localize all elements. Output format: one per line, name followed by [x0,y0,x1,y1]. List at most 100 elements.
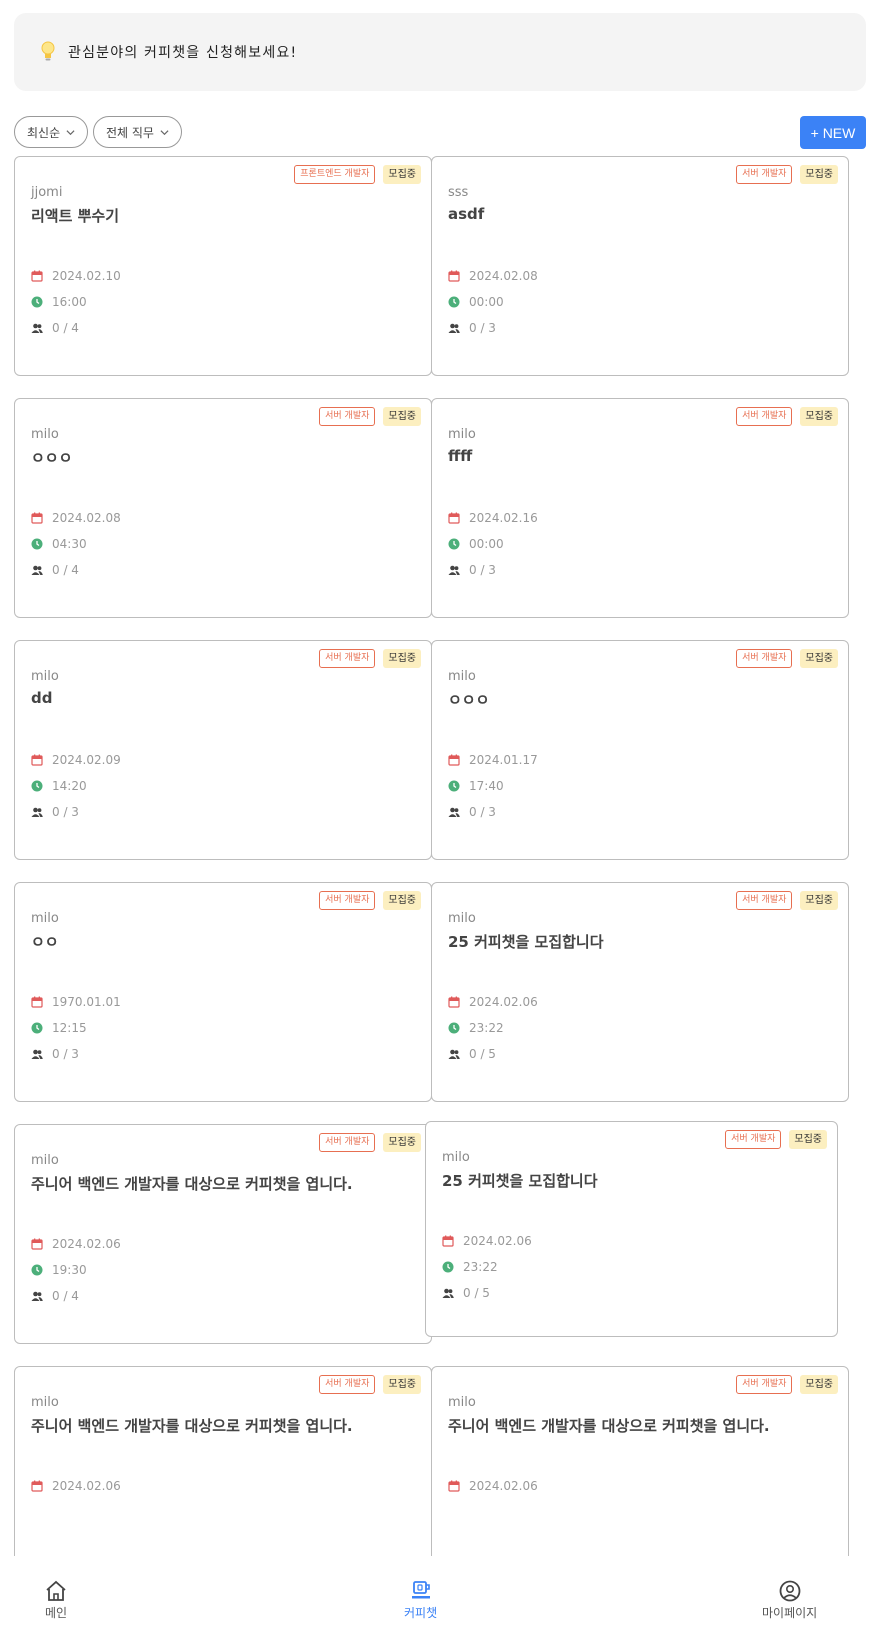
coffeechat-card[interactable]: 서버 개발자 모집중 milo 주니어 백엔드 개발자를 대상으로 커피챗을 엽… [431,1366,849,1586]
card-title: ㅇㅇㅇ [31,449,73,467]
card-tags: 서버 개발자 모집중 [319,1375,421,1394]
home-icon [46,1580,66,1601]
coffeechat-card[interactable]: 서버 개발자 모집중 milo ㅇㅇㅇ 2024.01.17 17:40 0 /… [431,640,849,860]
status-badge: 모집중 [383,891,421,910]
coffeechat-card[interactable]: 서버 개발자 모집중 milo 주니어 백엔드 개발자를 대상으로 커피챗을 엽… [14,1124,432,1344]
card-author: milo [448,911,476,926]
calendar-icon [31,754,43,766]
card-date-value: 2024.02.06 [52,1479,121,1493]
job-tag: 서버 개발자 [736,649,793,668]
card-people: 0 / 3 [448,563,496,577]
card-author: milo [31,1395,59,1410]
card-author: milo [448,669,476,684]
card-author: sss [448,185,469,200]
card-time: 14:20 [31,779,87,793]
people-icon [448,565,460,575]
clock-icon [448,538,460,550]
card-people-value: 0 / 3 [469,805,496,819]
card-date: 1970.01.01 [31,995,121,1009]
card-time-value: 16:00 [52,295,87,309]
calendar-icon [31,512,43,524]
card-date-value: 2024.02.08 [52,511,121,525]
status-badge: 모집중 [383,649,421,668]
card-people-value: 0 / 4 [52,321,79,335]
status-badge: 모집중 [800,891,838,910]
nav-home[interactable]: 메인 [44,1580,68,1621]
card-time: 04:30 [31,537,87,551]
user-circle-icon [779,1580,800,1602]
job-tag: 서버 개발자 [736,407,793,426]
coffeechat-card[interactable]: 서버 개발자 모집중 milo ffff 2024.02.16 00:00 0 … [431,398,849,618]
coffeechat-card[interactable]: 서버 개발자 모집중 milo 주니어 백엔드 개발자를 대상으로 커피챗을 엽… [14,1366,432,1586]
card-title: ㅇㅇㅇ [448,691,490,709]
card-date-value: 1970.01.01 [52,995,121,1009]
status-badge: 모집중 [800,407,838,426]
card-date-value: 2024.02.16 [469,511,538,525]
calendar-icon [31,1480,43,1492]
card-time: 00:00 [448,537,504,551]
coffeechat-card[interactable]: 서버 개발자 모집중 milo 25 커피챗을 모집합니다 2024.02.06… [431,882,849,1102]
clock-icon [31,296,43,308]
calendar-icon [31,1238,43,1250]
card-title: asdf [448,205,485,223]
coffeechat-card[interactable]: 프론트엔드 개발자 모집중 jjomi 리액트 뿌수기 2024.02.10 1… [14,156,432,376]
calendar-icon [448,1480,460,1492]
new-coffeechat-button[interactable]: + NEW [800,116,866,149]
coffeechat-card[interactable]: 서버 개발자 모집중 milo dd 2024.02.09 14:20 0 / … [14,640,432,860]
card-time: 12:15 [31,1021,87,1035]
clock-icon [31,538,43,550]
card-date-value: 2024.02.09 [52,753,121,767]
card-time: 23:22 [448,1021,504,1035]
card-tags: 서버 개발자 모집중 [736,407,838,426]
card-title: 주니어 백엔드 개발자를 대상으로 커피챗을 엽니다. [31,1417,353,1435]
job-tag: 서버 개발자 [736,1375,793,1394]
bottom-navigation: 메인 커피챗 마이페이지 [0,1556,878,1632]
nav-coffeechat[interactable]: 커피챗 [404,1580,437,1621]
job-tag: 서버 개발자 [319,649,376,668]
card-title: 25 커피챗을 모집합니다 [448,933,604,951]
card-tags: 서버 개발자 모집중 [725,1130,827,1149]
card-time: 17:40 [448,779,504,793]
card-people: 0 / 3 [448,805,496,819]
card-tags: 서버 개발자 모집중 [736,649,838,668]
card-people-value: 0 / 3 [469,321,496,335]
card-tags: 서버 개발자 모집중 [319,1133,421,1152]
card-people: 0 / 5 [448,1047,496,1061]
job-dropdown[interactable]: 전체 직무 [93,116,182,148]
people-icon [448,807,460,817]
card-tags: 서버 개발자 모집중 [319,649,421,668]
coffeechat-card[interactable]: 서버 개발자 모집중 sss asdf 2024.02.08 00:00 0 /… [431,156,849,376]
card-time-value: 12:15 [52,1021,87,1035]
card-people-value: 0 / 5 [463,1286,490,1300]
status-badge: 모집중 [383,1133,421,1152]
nav-coffeechat-label: 커피챗 [404,1606,438,1620]
job-dropdown-label: 전체 직무 [106,125,154,140]
card-title: 25 커피챗을 모집합니다 [442,1172,598,1190]
lightbulb-icon [41,41,55,61]
card-date-value: 2024.02.06 [463,1234,532,1248]
status-badge: 모집중 [789,1130,827,1149]
clock-icon [31,1022,43,1034]
calendar-icon [448,754,460,766]
card-title: 주니어 백엔드 개발자를 대상으로 커피챗을 엽니다. [31,1175,353,1193]
card-title: ffff [448,447,473,465]
card-tags: 서버 개발자 모집중 [736,1375,838,1394]
job-tag: 서버 개발자 [725,1130,782,1149]
card-date: 2024.02.10 [31,269,121,283]
card-people: 0 / 3 [31,1047,79,1061]
coffeechat-card[interactable]: 서버 개발자 모집중 milo ㅇㅇ 1970.01.01 12:15 0 / … [14,882,432,1102]
sort-dropdown[interactable]: 최신순 [14,116,89,148]
chevron-down-icon [160,129,169,135]
card-date-value: 2024.01.17 [469,753,538,767]
coffeechat-card[interactable]: 서버 개발자 모집중 milo ㅇㅇㅇ 2024.02.08 04:30 0 /… [14,398,432,618]
job-tag: 서버 개발자 [319,407,376,426]
status-badge: 모집중 [800,649,838,668]
card-people: 0 / 4 [31,1289,79,1303]
calendar-icon [448,512,460,524]
people-icon [31,1049,43,1059]
card-people-value: 0 / 5 [469,1047,496,1061]
card-date: 2024.02.16 [448,511,538,525]
nav-mypage[interactable]: 마이페이지 [762,1580,817,1621]
coffeechat-card[interactable]: 서버 개발자 모집중 milo 25 커피챗을 모집합니다 2024.02.06… [425,1121,838,1337]
people-icon [31,1291,43,1301]
